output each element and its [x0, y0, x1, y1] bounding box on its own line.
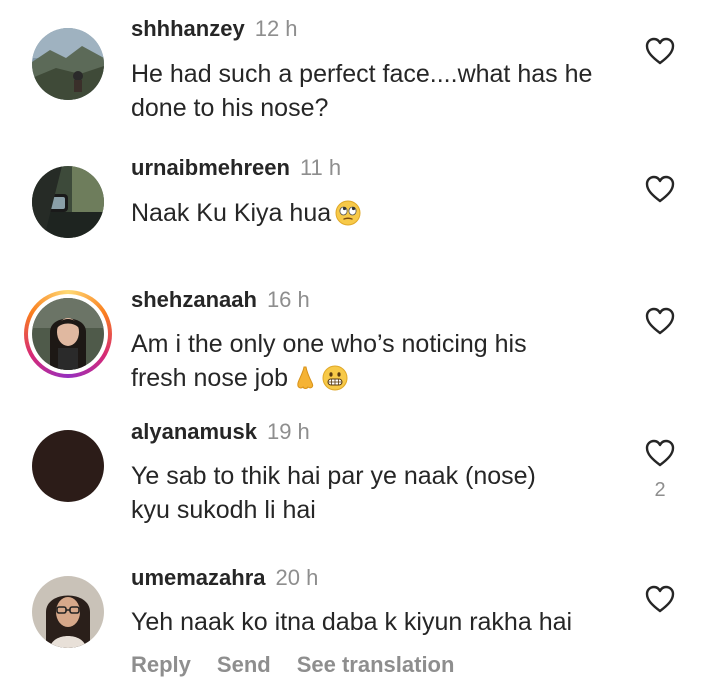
comment-meta: shehzanaah 16 h: [131, 286, 310, 314]
comment-text-line-2: kyu sukodh li hai: [131, 496, 316, 524]
avatar[interactable]: [32, 28, 104, 100]
timestamp: 16 h: [266, 287, 310, 312]
comment-meta: shhhanzey 12 h: [131, 15, 298, 43]
comment-actions: Reply Send See translation: [131, 652, 480, 678]
timestamp: 19 h: [266, 419, 310, 444]
comment-meta: alyanamusk 19 h: [131, 418, 310, 446]
username[interactable]: shehzanaah: [131, 287, 257, 312]
heart-icon[interactable]: [644, 36, 676, 66]
comment-text: Ye sab to thik hai par ye naak (nose) ky…: [131, 459, 621, 527]
heart-icon[interactable]: [644, 306, 676, 336]
like-count[interactable]: 2: [652, 479, 668, 502]
nose-emoji-icon: [292, 365, 318, 391]
avatar[interactable]: [32, 576, 104, 648]
eye-roll-emoji-icon: [335, 200, 361, 226]
username[interactable]: alyanamusk: [131, 419, 257, 444]
grimacing-emoji-icon: [322, 365, 348, 391]
timestamp: 12 h: [254, 16, 298, 41]
comment-text: Yeh naak ko itna daba k kiyun rakha hai: [131, 608, 573, 636]
heart-icon[interactable]: [644, 438, 676, 468]
avatar[interactable]: [32, 166, 104, 238]
avatar[interactable]: [32, 298, 104, 370]
comment-text-body: fresh nose job: [131, 364, 289, 392]
comment-meta: umemazahra 20 h: [131, 564, 318, 592]
comment-text-line: Ye sab to thik hai par ye naak (nose): [131, 462, 536, 490]
comment-text: Naak Ku Kiya hua: [131, 196, 621, 230]
username[interactable]: urnaibmehreen: [131, 155, 290, 180]
story-ring[interactable]: [24, 290, 112, 378]
timestamp: 20 h: [275, 565, 319, 590]
heart-icon[interactable]: [644, 584, 676, 614]
comments-list: shhhanzey 12 h He had such a perfect face…: [0, 0, 720, 678]
comment-text: He had such a perfect face....what has h…: [131, 60, 593, 122]
heart-icon[interactable]: [644, 174, 676, 204]
comment-text-line: Am i the only one who’s noticing his: [131, 330, 527, 358]
reply-button[interactable]: Reply: [131, 652, 191, 677]
comment-text: Am i the only one who’s noticing his fre…: [131, 327, 621, 395]
username[interactable]: umemazahra: [131, 565, 266, 590]
comment-text-body: Naak Ku Kiya hua: [131, 199, 332, 227]
username[interactable]: shhhanzey: [131, 16, 245, 41]
timestamp: 11 h: [299, 155, 342, 180]
see-translation-button[interactable]: See translation: [297, 652, 455, 677]
send-button[interactable]: Send: [217, 652, 271, 677]
avatar[interactable]: [32, 430, 104, 502]
comment-text-line-2: fresh nose job: [131, 361, 621, 395]
comment-meta: urnaibmehreen 11 h: [131, 154, 341, 182]
